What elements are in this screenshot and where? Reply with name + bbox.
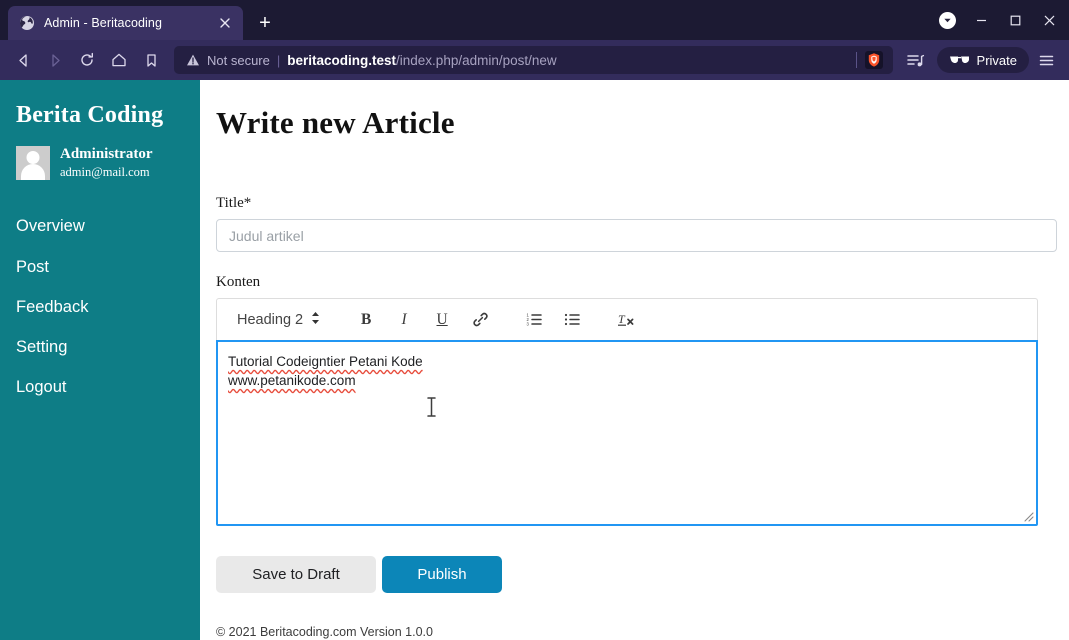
- browser-toolbar: Not secure | beritacoding.test/index.php…: [0, 40, 1069, 80]
- brave-rewards-button[interactable]: [931, 4, 963, 36]
- sidebar-item-feedback[interactable]: Feedback: [0, 287, 200, 327]
- brand-title: Berita Coding: [16, 102, 164, 128]
- globe-icon: [19, 15, 35, 31]
- unordered-list-icon[interactable]: [558, 306, 586, 334]
- bold-button[interactable]: B: [352, 306, 380, 334]
- forward-arrow-icon[interactable]: [40, 45, 70, 75]
- footer-text: © 2021 Beritacoding.com Version 1.0.0: [216, 625, 433, 640]
- svg-text:T: T: [618, 312, 626, 326]
- warning-triangle-icon: [186, 53, 200, 67]
- new-tab-button[interactable]: +: [251, 9, 279, 37]
- address-bar[interactable]: Not secure | beritacoding.test/index.php…: [174, 46, 893, 74]
- maximize-button[interactable]: [999, 4, 1031, 36]
- sunglasses-icon: [949, 53, 970, 68]
- updown-arrows-icon: [311, 311, 320, 329]
- page-content: Berita Coding Administrator admin@mail.c…: [0, 80, 1069, 640]
- chevron-down-badge-icon: [938, 11, 956, 29]
- brave-shield-icon[interactable]: [863, 49, 885, 71]
- editor-toolbar: Heading 2 B I U 1 2 3 T: [216, 298, 1038, 341]
- home-icon[interactable]: [104, 45, 134, 75]
- heading-level-value: Heading 2: [237, 311, 304, 328]
- clear-formatting-icon[interactable]: T: [612, 306, 640, 334]
- main-content: Write new Article Title* Konten Heading …: [200, 80, 1069, 640]
- ordered-list-icon[interactable]: 1 2 3: [520, 306, 548, 334]
- tab-strip: Admin - Beritacoding +: [0, 0, 1069, 40]
- page-title: Write new Article: [216, 105, 455, 140]
- user-email: admin@mail.com: [60, 165, 150, 179]
- user-name: Administrator: [60, 146, 153, 162]
- minimize-button[interactable]: [965, 4, 997, 36]
- editor-content-area[interactable]: Tutorial Codeigntier Petani Kode www.pet…: [216, 340, 1038, 527]
- window-controls: [931, 4, 1065, 36]
- sidebar-user-info: Administrator admin@mail.com: [0, 129, 200, 180]
- sidebar-nav: Overview Post Feedback Setting Logout: [0, 206, 200, 407]
- form-actions: Save to Draft Publish: [216, 556, 1057, 594]
- link-icon[interactable]: [466, 306, 494, 334]
- private-label: Private: [976, 52, 1017, 68]
- underline-button[interactable]: U: [428, 306, 456, 334]
- italic-button[interactable]: I: [390, 306, 418, 334]
- editor-line: www.petanikode.com: [228, 373, 356, 389]
- close-button[interactable]: [1033, 4, 1065, 36]
- resize-handle-icon[interactable]: [1021, 509, 1034, 522]
- rich-text-editor: Heading 2 B I U 1 2 3 T Tutorial Codeign…: [216, 298, 1038, 527]
- text-caret-icon: [426, 397, 437, 417]
- publish-button[interactable]: Publish: [382, 556, 502, 594]
- heading-level-select[interactable]: Heading 2: [227, 306, 330, 334]
- playlist-icon[interactable]: [901, 45, 931, 75]
- back-arrow-icon[interactable]: [8, 45, 38, 75]
- sidebar-item-post[interactable]: Post: [0, 247, 200, 287]
- browser-tab[interactable]: Admin - Beritacoding: [8, 6, 243, 40]
- title-field-label: Title*: [216, 195, 252, 212]
- address-separator: |: [276, 52, 281, 68]
- reload-icon[interactable]: [72, 45, 102, 75]
- address-bar-actions: [855, 49, 885, 71]
- editor-line: Tutorial Codeigntier Petani Kode: [228, 354, 423, 370]
- sidebar-item-overview[interactable]: Overview: [0, 206, 200, 246]
- url-path: /index.php/admin/post/new: [396, 52, 557, 68]
- url-host: beritacoding.test: [287, 52, 397, 68]
- close-icon[interactable]: [216, 14, 234, 32]
- sidebar-item-setting[interactable]: Setting: [0, 327, 200, 367]
- title-input[interactable]: [216, 219, 1057, 253]
- url-text: beritacoding.test/index.php/admin/post/n…: [287, 53, 556, 68]
- hamburger-menu-icon[interactable]: [1031, 45, 1061, 75]
- sidebar-item-logout[interactable]: Logout: [0, 367, 200, 407]
- bookmark-icon[interactable]: [136, 45, 166, 75]
- divider: [855, 52, 857, 68]
- security-status-label: Not secure: [207, 52, 270, 68]
- browser-window: Admin - Beritacoding + Not secure | beri…: [0, 0, 1069, 640]
- content-field-label: Konten: [216, 274, 261, 291]
- sidebar: Berita Coding Administrator admin@mail.c…: [0, 80, 200, 640]
- save-to-draft-button[interactable]: Save to Draft: [216, 556, 376, 594]
- user-avatar-icon: [16, 145, 50, 180]
- private-mode-badge[interactable]: Private: [936, 47, 1029, 73]
- tab-title: Admin - Beritacoding: [44, 16, 163, 30]
- svg-text:3: 3: [526, 322, 529, 327]
